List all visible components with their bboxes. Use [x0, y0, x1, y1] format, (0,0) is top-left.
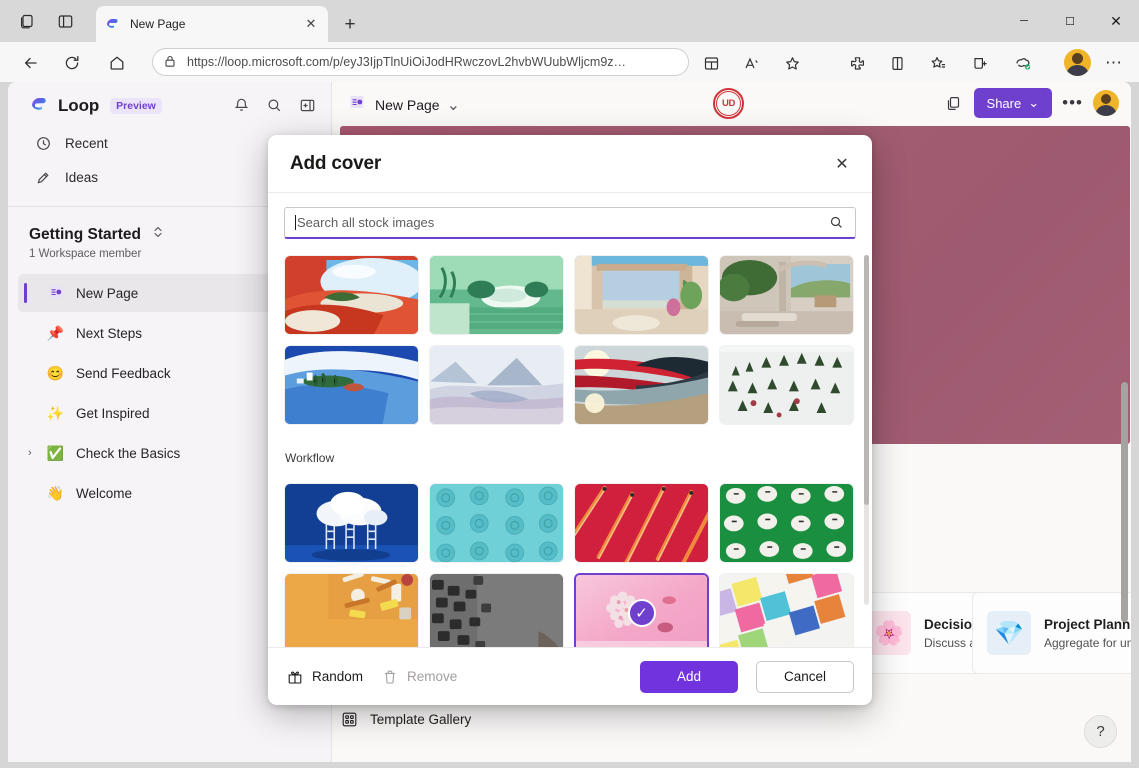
trash-icon — [381, 668, 398, 685]
add-cover-dialog: Add cover ✕ — [268, 135, 872, 705]
search-area — [268, 193, 872, 239]
stock-image-green-piggy-banks[interactable] — [719, 483, 854, 563]
stock-image-beige-arch-patio[interactable] — [574, 255, 709, 335]
stock-image-pink-flowers-cover[interactable]: ✓ — [574, 573, 709, 647]
stock-image-gallery[interactable]: Workflow — [268, 239, 872, 647]
text-caret — [295, 215, 296, 230]
dialog-header: Add cover ✕ — [268, 135, 872, 193]
stock-image-orange-desk-supplies[interactable] — [284, 573, 419, 647]
stock-image-grey-puzzle-pieces[interactable] — [429, 573, 564, 647]
stock-image-red-pencils-diagonal[interactable] — [574, 483, 709, 563]
random-button-label: Random — [312, 669, 363, 684]
close-icon[interactable]: ✕ — [828, 150, 856, 178]
stock-image-colorful-sticky-notes[interactable] — [719, 573, 854, 647]
selected-check-icon: ✓ — [628, 599, 656, 627]
stock-image-red-black-valley[interactable] — [574, 345, 709, 425]
remove-button: Remove — [381, 668, 457, 685]
stock-image-snowy-forest[interactable] — [719, 345, 854, 425]
stock-image-blue-island-arc[interactable] — [284, 345, 419, 425]
stock-image-teal-buttons-pattern[interactable] — [429, 483, 564, 563]
search-box[interactable] — [284, 207, 856, 239]
screen: New Page ✕ + ─ ☐ ✕ — [0, 0, 1139, 768]
stock-image-green-pool-steps[interactable] — [429, 255, 564, 335]
random-button[interactable]: Random — [286, 668, 363, 685]
stock-image-pastel-dunes[interactable] — [429, 345, 564, 425]
remove-button-label: Remove — [407, 669, 457, 684]
add-button[interactable]: Add — [640, 661, 738, 693]
cancel-button[interactable]: Cancel — [756, 661, 854, 693]
image-grid: Workflow — [284, 255, 856, 647]
stock-image-glass-pavilion-trees[interactable] — [719, 255, 854, 335]
search-input[interactable] — [297, 215, 828, 230]
dialog-title: Add cover — [290, 153, 381, 175]
dialog-scrollbar-thumb[interactable] — [864, 255, 869, 505]
stock-image-red-pool-terrace[interactable] — [284, 255, 419, 335]
section-label-workflow: Workflow — [285, 451, 854, 465]
gift-icon — [286, 668, 303, 685]
search-icon[interactable] — [828, 214, 845, 231]
stock-image-cloud-on-ladders[interactable] — [284, 483, 419, 563]
dialog-scrollbar[interactable] — [864, 255, 869, 605]
dialog-footer: Random Remove Add Cancel — [268, 647, 872, 705]
